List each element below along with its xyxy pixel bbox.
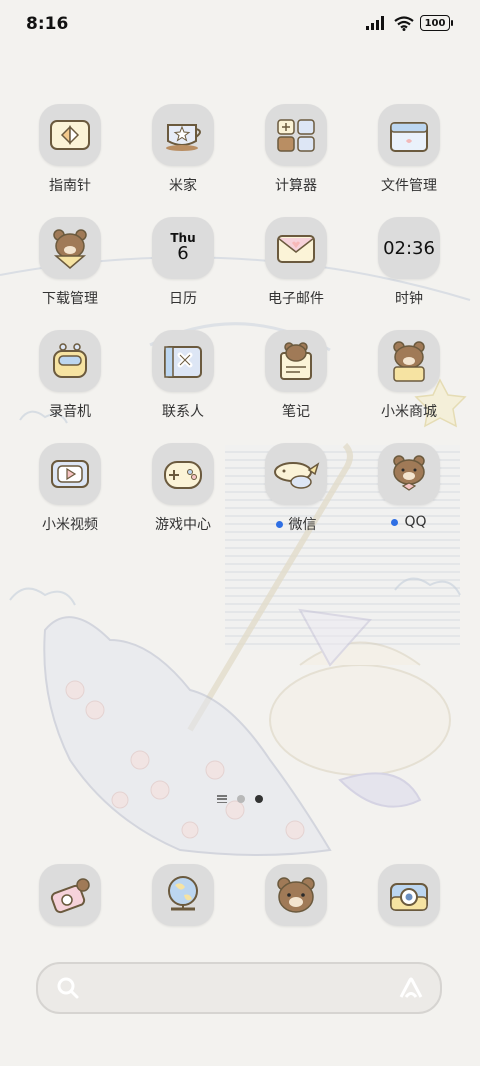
app-contacts[interactable]: 联系人 [128, 330, 238, 421]
app-email[interactable]: 电子邮件 [241, 217, 351, 308]
app-label: 文件管理 [381, 178, 437, 194]
page-dot-1[interactable] [237, 795, 245, 803]
mi-video-icon[interactable] [39, 443, 101, 505]
menu-lines-icon[interactable] [217, 795, 227, 803]
app-game-center[interactable]: 游戏中心 [128, 443, 238, 534]
mijia-icon[interactable] [152, 104, 214, 166]
dock-app-3[interactable] [241, 864, 351, 926]
app-wechat[interactable]: 微信 [241, 443, 351, 534]
app-notes[interactable]: 笔记 [241, 330, 351, 421]
app-label: 录音机 [49, 404, 91, 420]
app-download-manager[interactable]: 下载管理 [15, 217, 125, 308]
notes-icon[interactable] [265, 330, 327, 392]
game-center-icon[interactable] [152, 443, 214, 505]
camera-bear-icon[interactable] [39, 864, 101, 926]
app-calculator[interactable]: 计算器 [241, 104, 351, 195]
download-manager-icon[interactable] [39, 217, 101, 279]
page-dot-2[interactable] [255, 795, 263, 803]
app-label: 米家 [169, 178, 197, 194]
compass-icon[interactable] [39, 104, 101, 166]
email-icon[interactable] [265, 217, 327, 279]
new-indicator-dot [275, 520, 283, 528]
clock-time: 02:36 [383, 237, 435, 259]
app-label: 微信 [241, 514, 351, 534]
app-label: 计算器 [275, 178, 317, 194]
app-qq[interactable]: QQ [354, 443, 464, 530]
app-clock[interactable]: 02:36 时钟 [354, 217, 464, 308]
app-recorder[interactable]: 录音机 [15, 330, 125, 421]
battery-icon: 100 [420, 15, 453, 31]
status-icons: 100 [366, 15, 453, 31]
search-bar[interactable] [36, 962, 442, 1014]
mi-store-icon[interactable] [378, 330, 440, 392]
browser-globe-icon[interactable] [152, 864, 214, 926]
search-icon[interactable] [56, 976, 80, 1000]
signal-icon [366, 16, 384, 30]
dock-app-4[interactable] [354, 864, 464, 926]
wifi-icon [394, 15, 414, 31]
app-label: 小米视频 [42, 517, 98, 533]
app-mi-store[interactable]: 小米商城 [354, 330, 464, 421]
calculator-icon[interactable] [265, 104, 327, 166]
app-mijia[interactable]: 米家 [128, 104, 238, 195]
app-label: 日历 [169, 291, 197, 307]
file-manager-icon[interactable] [378, 104, 440, 166]
wechat-icon[interactable] [265, 443, 327, 505]
camera-icon[interactable] [378, 864, 440, 926]
app-label: 指南针 [49, 178, 91, 194]
app-file-manager[interactable]: 文件管理 [354, 104, 464, 195]
app-label: QQ [354, 514, 464, 530]
assistant-icon[interactable] [398, 976, 424, 1000]
calendar-icon[interactable]: Thu 6 [152, 217, 214, 279]
recorder-icon[interactable] [39, 330, 101, 392]
app-label: 笔记 [282, 404, 310, 420]
app-label: 游戏中心 [155, 517, 211, 533]
status-bar: 8:16 100 [0, 0, 480, 50]
app-label: 下载管理 [42, 291, 98, 307]
app-label: 小米商城 [381, 404, 437, 420]
clock-icon[interactable]: 02:36 [378, 217, 440, 279]
contacts-icon[interactable] [152, 330, 214, 392]
app-calendar[interactable]: Thu 6 日历 [128, 217, 238, 308]
app-label-text: QQ [404, 514, 427, 530]
dock-app-1[interactable] [15, 864, 125, 926]
app-mi-video[interactable]: 小米视频 [15, 443, 125, 534]
app-label: 联系人 [162, 404, 204, 420]
app-label: 时钟 [395, 291, 423, 307]
new-indicator-dot [391, 518, 399, 526]
calendar-date: 6 [177, 243, 189, 264]
app-label: 电子邮件 [268, 291, 324, 307]
status-time: 8:16 [26, 14, 69, 34]
app-label-text: 微信 [288, 517, 317, 533]
bear-face-icon[interactable] [265, 864, 327, 926]
page-indicator[interactable] [0, 795, 480, 803]
qq-icon[interactable] [378, 443, 440, 505]
app-compass[interactable]: 指南针 [15, 104, 125, 195]
dock-app-2[interactable] [128, 864, 238, 926]
battery-level: 100 [424, 17, 446, 29]
